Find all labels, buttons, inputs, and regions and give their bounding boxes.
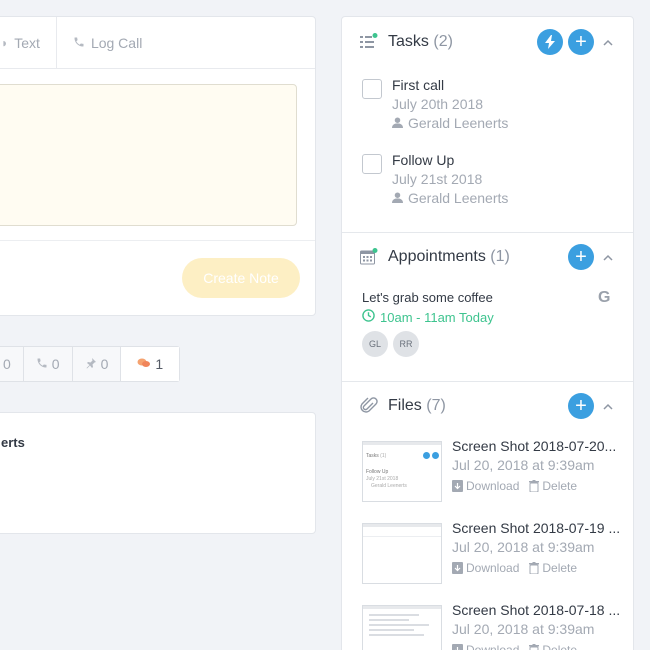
note-composer: ◗ Text Log Call Create Note	[0, 16, 316, 316]
filter-pins-count: 0	[100, 356, 109, 372]
delete-link[interactable]: Delete	[529, 561, 577, 575]
thumb-owner: Gerald Leenerts	[371, 483, 407, 489]
trash-icon	[529, 644, 540, 650]
thumb-task: Follow Up	[366, 469, 389, 475]
task-date: July 21st 2018	[392, 171, 483, 187]
appointments-title: Appointments (1)	[388, 248, 510, 266]
collapse-appointments-icon[interactable]	[602, 251, 614, 263]
avatar[interactable]: GL	[362, 331, 388, 357]
composer-tabs: ◗ Text Log Call	[0, 16, 315, 69]
filter-calls[interactable]: 0	[23, 347, 73, 381]
tasks-title: Tasks (2)	[388, 33, 453, 51]
task-title[interactable]: First call	[392, 77, 444, 93]
delete-link[interactable]: Delete	[529, 479, 577, 493]
quick-task-button[interactable]	[537, 29, 563, 55]
google-calendar-icon: G	[598, 289, 611, 306]
activity-contact-name[interactable]: erts	[1, 435, 25, 450]
add-task-button[interactable]: +	[568, 29, 594, 55]
activity-filter-bar: 0 0 0 1	[0, 346, 181, 382]
download-link[interactable]: Download	[452, 479, 519, 493]
task-list-icon	[360, 33, 378, 51]
chat-icon	[137, 356, 151, 372]
create-note-button[interactable]: Create Note	[182, 258, 300, 298]
task-owner-name: Gerald Leenerts	[408, 115, 509, 131]
file-date: Jul 20, 2018 at 9:39am	[452, 621, 595, 637]
file-actions: Download Delete	[452, 479, 577, 493]
delete-link[interactable]: Delete	[529, 643, 577, 650]
task-checkbox[interactable]	[362, 154, 382, 174]
tasks-header: Tasks (2) +	[342, 27, 633, 57]
task-checkbox[interactable]	[362, 79, 382, 99]
section-divider	[342, 232, 633, 233]
task-title[interactable]: Follow Up	[392, 152, 454, 168]
file-name[interactable]: Screen Shot 2018-07-18 ...	[452, 602, 620, 618]
filter-chats[interactable]: 1	[121, 347, 180, 381]
files-header: Files (7) +	[342, 391, 633, 421]
task-owner: Gerald Leenerts	[392, 115, 508, 131]
appointment-time-text: 10am - 11am Today	[380, 309, 494, 325]
add-appointment-button[interactable]: +	[568, 244, 594, 270]
tab-log-call-label: Log Call	[90, 34, 143, 51]
tasks-title-label: Tasks	[388, 33, 429, 50]
file-date: Jul 20, 2018 at 9:39am	[452, 539, 595, 555]
sidebar-panel: Tasks (2) + First call July 20th 2018 Ge…	[341, 16, 634, 650]
file-thumbnail[interactable]: Tasks (1) Follow Up July 21st 2018 Geral…	[362, 441, 442, 502]
paperclip-icon	[360, 397, 378, 415]
file-thumbnail[interactable]	[362, 523, 442, 584]
trash-icon	[529, 562, 540, 574]
download-icon	[452, 644, 463, 650]
phone-icon	[73, 35, 85, 51]
task-owner: Gerald Leenerts	[392, 190, 508, 206]
user-icon	[392, 190, 403, 206]
file-name[interactable]: Screen Shot 2018-07-20...	[452, 438, 616, 454]
file-date: Jul 20, 2018 at 9:39am	[452, 457, 595, 473]
thumb-title: Tasks (1)	[366, 453, 387, 459]
download-link[interactable]: Download	[452, 561, 519, 575]
tab-log-call[interactable]: Log Call	[57, 17, 158, 69]
tasks-count: (2)	[433, 33, 453, 50]
collapse-tasks-icon[interactable]	[602, 36, 614, 48]
appointments-count: (1)	[490, 248, 510, 265]
filter-email-count: 0	[3, 356, 11, 372]
thumb-dot	[432, 452, 439, 459]
pin-icon	[85, 356, 97, 372]
file-thumbnail[interactable]	[362, 605, 442, 650]
phone-icon	[36, 356, 48, 372]
appointments-header: Appointments (1) +	[342, 242, 633, 272]
task-date: July 20th 2018	[392, 96, 484, 112]
chat-icon: ◗	[1, 35, 9, 50]
avatar[interactable]: RR	[393, 331, 419, 357]
file-actions: Download Delete	[452, 561, 577, 575]
appointment-title[interactable]: Let's grab some coffee	[362, 290, 493, 305]
clock-icon	[362, 309, 375, 325]
files-count: (7)	[426, 397, 446, 414]
files-title: Files (7)	[388, 397, 446, 415]
thumb-date: July 21st 2018	[366, 476, 399, 482]
files-title-label: Files	[388, 397, 422, 414]
calendar-icon	[360, 248, 378, 266]
user-icon	[392, 115, 403, 131]
filter-email[interactable]: 0	[0, 347, 24, 381]
add-file-button[interactable]: +	[568, 393, 594, 419]
composer-divider	[0, 240, 315, 241]
file-name[interactable]: Screen Shot 2018-07-19 ...	[452, 520, 620, 536]
tab-text[interactable]: ◗ Text	[0, 16, 57, 69]
filter-pins[interactable]: 0	[72, 347, 122, 381]
file-actions: Download Delete	[452, 643, 577, 650]
trash-icon	[529, 480, 540, 492]
filter-chats-count: 1	[155, 356, 164, 372]
appointments-title-label: Appointments	[388, 248, 486, 265]
filter-calls-count: 0	[51, 356, 60, 372]
download-link[interactable]: Download	[452, 643, 519, 650]
tab-text-label: Text	[14, 34, 40, 51]
section-divider	[342, 381, 633, 382]
appointment-time: 10am - 11am Today	[362, 309, 494, 325]
task-owner-name: Gerald Leenerts	[408, 190, 509, 206]
download-icon	[452, 480, 463, 492]
activity-card: erts	[0, 412, 316, 534]
collapse-files-icon[interactable]	[602, 400, 614, 412]
note-textarea[interactable]	[0, 84, 297, 226]
download-icon	[452, 562, 463, 574]
thumb-dot	[423, 452, 430, 459]
